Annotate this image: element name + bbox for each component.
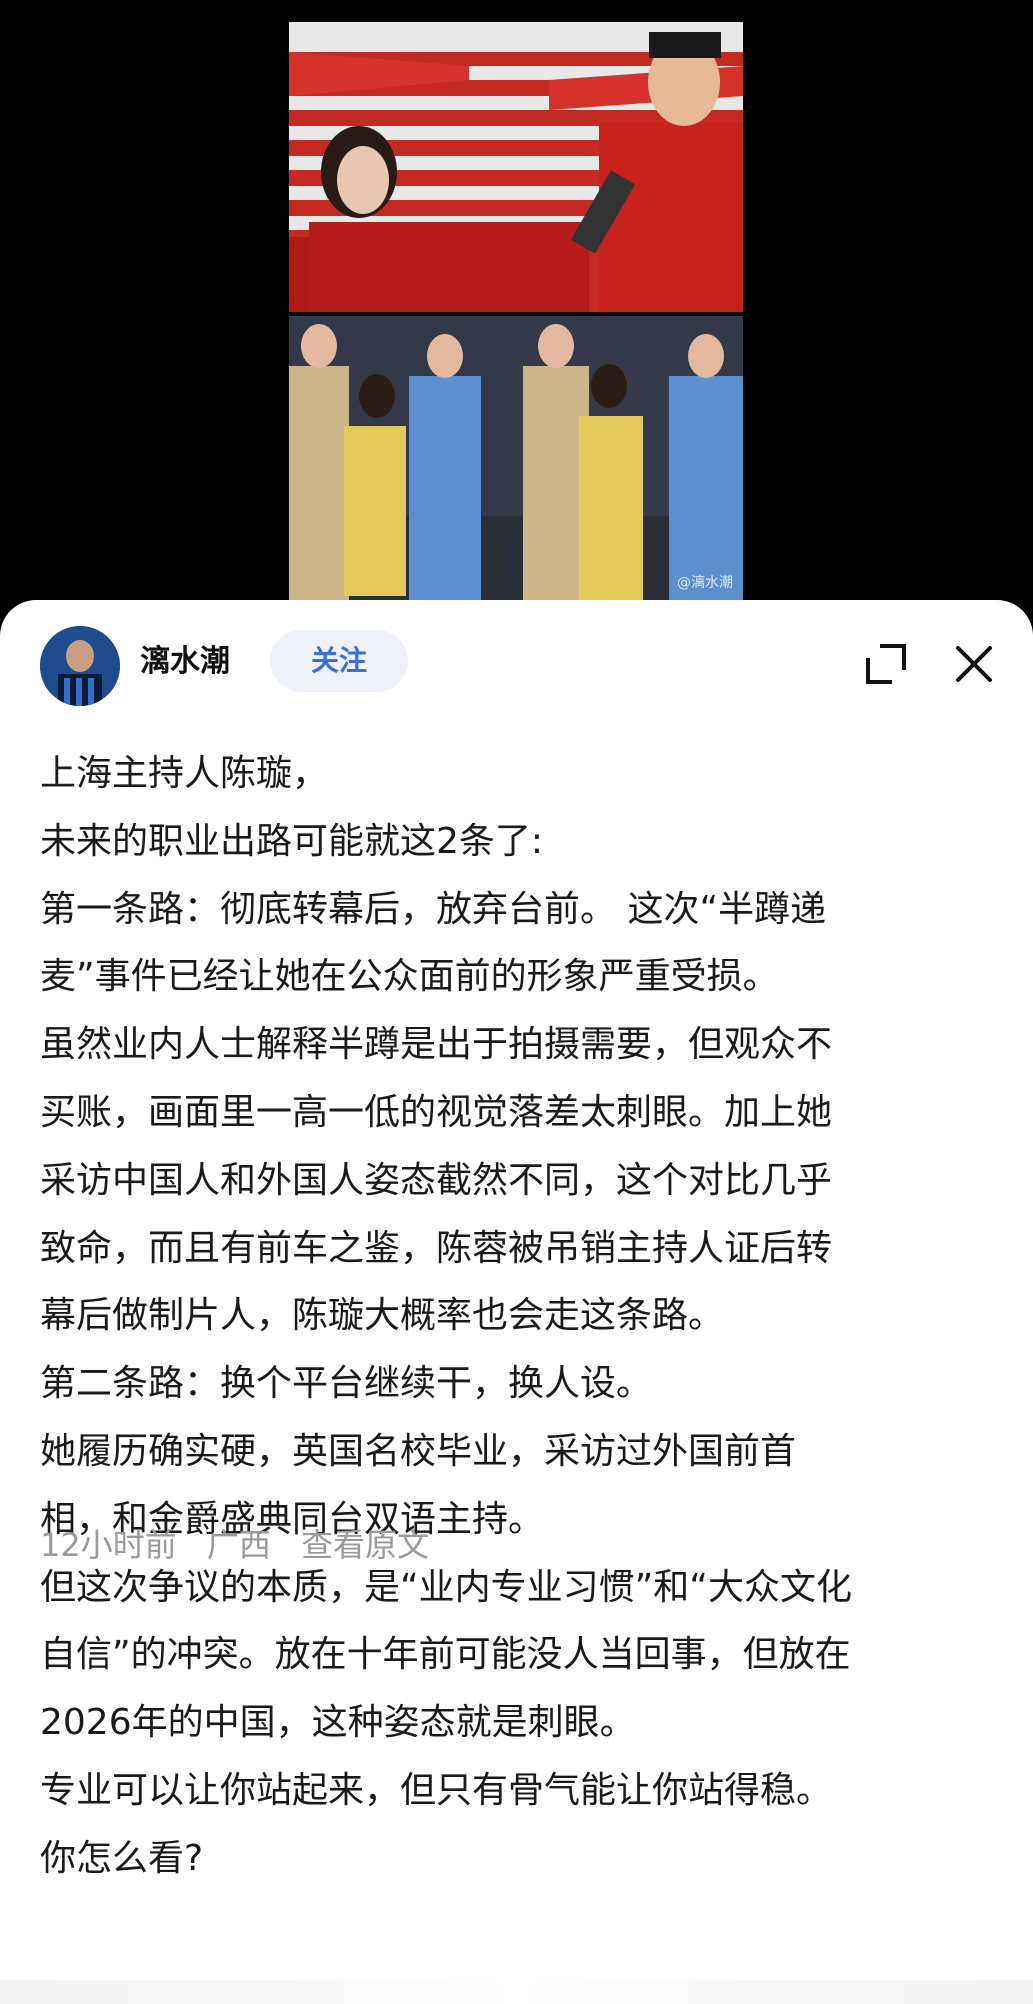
post-sheet: 漓水潮 关注 上海主持人陈璇， 未来的职业出路可能就这2条了: 第一条路：彻底转… (0, 600, 1033, 2004)
photo-watermark: @漓水潮 (677, 575, 733, 591)
post-line: 虽然业内人士解释半蹲是出于拍摄需要，但观众不 (40, 1024, 833, 1066)
post-line: 买账，画面里一高一低的视觉落差太刺眼。加上她 (40, 1091, 833, 1133)
post-line: 未来的职业出路可能就这2条了: (40, 820, 544, 862)
view-original-link[interactable]: 查看原文 (301, 1526, 429, 1564)
post-line: 幕后做制片人，陈璇大概率也会走这条路。 (40, 1295, 725, 1337)
post-line: 麦”事件已经让她在公众面前的形象严重受损。 (40, 956, 779, 998)
author-header: 漓水潮 关注 (0, 600, 1033, 720)
close-icon[interactable] (950, 640, 998, 688)
post-line: 采访中国人和外国人姿态截然不同，这个对比几乎 (40, 1159, 833, 1201)
photo-top-image (289, 22, 743, 312)
post-line: 她履历确实硬，英国名校毕业，采访过外国前首 (40, 1430, 797, 1472)
follow-button[interactable]: 关注 (270, 630, 408, 692)
photo-top[interactable] (289, 22, 743, 312)
photo-bottom-image (289, 316, 743, 600)
post-line: 第二条路：换个平台继续干，换人设。 (40, 1363, 653, 1405)
post-time: 12小时前 (40, 1526, 177, 1564)
media-area: @漓水潮 (0, 0, 1033, 610)
post-line: 2026年的中国，这种姿态就是刺眼。 (40, 1702, 636, 1744)
post-line: 上海主持人陈璇， (40, 753, 329, 794)
avatar-image (40, 626, 120, 706)
photo-bottom[interactable]: @漓水潮 (289, 316, 743, 600)
avatar[interactable] (40, 626, 120, 706)
bottom-edge (0, 1980, 1033, 2004)
post-line: 自信”的冲突。放在十年前可能没人当回事，但放在 (40, 1634, 851, 1676)
post-meta: 12小时前 广西 查看原文 (40, 1520, 449, 1570)
post-body: 上海主持人陈璇， 未来的职业出路可能就这2条了: 第一条路：彻底转幕后，放弃台前… (40, 740, 1000, 1893)
post-line: 致命，而且有前车之鉴，陈蓉被吊销主持人证后转 (40, 1227, 833, 1269)
author-name[interactable]: 漓水潮 (140, 640, 230, 684)
post-line: 第一条路：彻底转幕后，放弃台前。 这次“半蹲递 (40, 888, 827, 930)
post-line: 你怎么看? (40, 1837, 204, 1879)
expand-icon[interactable] (862, 640, 910, 688)
post-location: 广西 (206, 1526, 271, 1564)
post-line: 专业可以让你站起来，但只有骨气能让你站得稳。 (40, 1769, 833, 1811)
